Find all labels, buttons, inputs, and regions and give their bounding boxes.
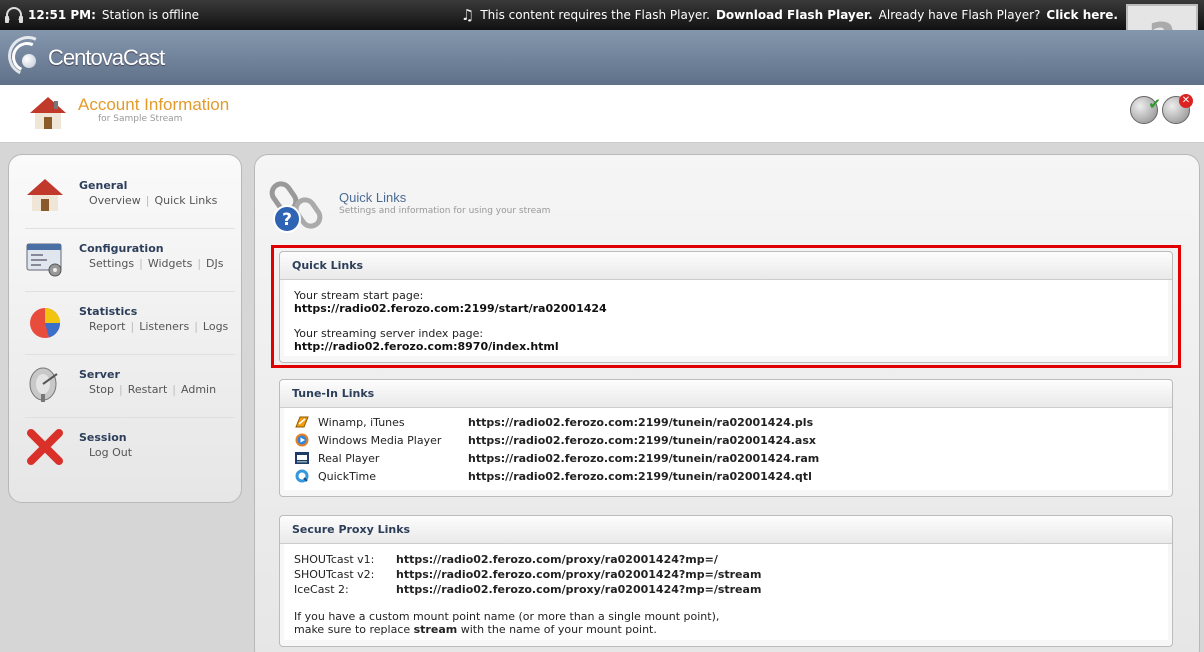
- satellite-stop-icon: ✕: [1162, 94, 1193, 124]
- proxy-row: SHOUTcast v1: https://radio02.ferozo.com…: [294, 552, 1158, 567]
- quick-links-heading: Quick Links: [280, 252, 1172, 280]
- chain-link-help-icon: ?: [269, 181, 323, 233]
- red-x-icon: [27, 429, 63, 465]
- proxy-name: IceCast 2:: [294, 583, 349, 596]
- sidebar-link-logs[interactable]: Logs: [203, 320, 228, 333]
- mount-note-post: with the name of your mount point.: [457, 623, 657, 636]
- flash-notice: ♫ This content requires the Flash Player…: [460, 6, 1118, 24]
- sidebar-link-restart[interactable]: Restart: [128, 383, 168, 396]
- tunein-url-asx[interactable]: https://radio02.ferozo.com:2199/tunein/r…: [468, 434, 816, 447]
- tunein-url-qtl[interactable]: https://radio02.ferozo.com:2199/tunein/r…: [468, 470, 812, 483]
- account-header: Account Information for Sample Stream ✔ …: [0, 85, 1204, 143]
- settings-window-icon: [26, 243, 62, 277]
- real-player-icon: [295, 452, 309, 464]
- sidebar-heading-session: Session: [79, 431, 127, 444]
- tunein-name: Windows Media Player: [318, 433, 442, 447]
- proxy-url-shoutcast-v1[interactable]: https://radio02.ferozo.com/proxy/ra02001…: [396, 553, 718, 566]
- winamp-icon: [295, 416, 309, 428]
- start-page-url[interactable]: https://radio02.ferozo.com:2199/start/ra…: [294, 302, 1158, 315]
- sidebar-section-general: General Overview | Quick Links: [25, 167, 235, 229]
- sidebar-section-server: Server Stop | Restart | Admin: [25, 356, 235, 418]
- tunein-row-wmp: Windows Media Player https://radio02.fer…: [294, 431, 1158, 449]
- page-subtitle: for Sample Stream: [98, 114, 183, 124]
- proxy-row: IceCast 2: https://radio02.ferozo.com/pr…: [294, 582, 1158, 597]
- start-page-label: Your stream start page:: [294, 289, 424, 302]
- sidebar-heading-general: General: [79, 179, 128, 192]
- page-title: Account Information: [78, 95, 230, 114]
- sidebar-link-log-out[interactable]: Log Out: [89, 446, 132, 459]
- flash-required-text: This content requires the Flash Player.: [480, 8, 710, 22]
- sidebar-link-stop[interactable]: Stop: [89, 383, 114, 396]
- quicktime-icon: [295, 469, 309, 483]
- sidebar-section-session: Session Log Out: [25, 419, 235, 481]
- status-time: 12:51 PM:: [28, 8, 96, 22]
- proxy-url-shoutcast-v2[interactable]: https://radio02.ferozo.com/proxy/ra02001…: [396, 568, 761, 581]
- mount-note-bold: stream: [413, 623, 458, 636]
- tunein-name: QuickTime: [318, 469, 377, 483]
- tunein-row-realplayer: Real Player https://radio02.ferozo.com:2…: [294, 449, 1158, 467]
- windows-media-player-icon: [295, 433, 309, 447]
- satellite-check-icon: ✔: [1130, 95, 1161, 124]
- tunein-links-heading: Tune-In Links: [280, 380, 1172, 408]
- mount-point-note: If you have a custom mount point name (o…: [294, 610, 1158, 636]
- brand-name: CentovaCast: [48, 45, 165, 70]
- pie-chart-icon: [30, 308, 61, 338]
- tunein-url-ram[interactable]: https://radio02.ferozo.com:2199/tunein/r…: [468, 452, 819, 465]
- quick-links-box: Quick Links Your stream start page: http…: [279, 251, 1173, 363]
- house-icon: [30, 97, 66, 129]
- mount-note-pre: make sure to replace: [294, 623, 414, 636]
- download-flash-link[interactable]: Download Flash Player.: [716, 8, 873, 22]
- music-note-icon: ♫: [460, 6, 475, 24]
- sidebar-link-listeners[interactable]: Listeners: [139, 320, 189, 333]
- sidebar-heading-configuration: Configuration: [79, 242, 164, 255]
- tunein-row-winamp: Winamp, iTunes https://radio02.ferozo.co…: [294, 413, 1158, 431]
- station-status: 12:51 PM: Station is offline: [5, 7, 200, 23]
- centovacast-logo[interactable]: CentovaCast: [2, 30, 165, 82]
- brand-bar: CentovaCast: [0, 30, 1204, 85]
- secure-proxy-links-box: Secure Proxy Links SHOUTcast v1: https:/…: [279, 515, 1173, 647]
- sidebar-link-report[interactable]: Report: [89, 320, 125, 333]
- stop-stream-button[interactable]: ✕: [1162, 94, 1193, 124]
- section-subtitle: Settings and information for using your …: [339, 206, 551, 216]
- proxy-url-icecast-2[interactable]: https://radio02.ferozo.com/proxy/ra02001…: [396, 583, 761, 596]
- sidebar-heading-statistics: Statistics: [79, 305, 138, 318]
- index-page-url[interactable]: http://radio02.ferozo.com:8970/index.htm…: [294, 340, 1158, 353]
- section-title: Quick Links: [339, 190, 407, 205]
- main-area: General Overview | Quick Links Configurat…: [0, 143, 1204, 652]
- click-here-link[interactable]: Click here.: [1046, 8, 1118, 22]
- sidebar-link-djs[interactable]: DJs: [206, 257, 223, 270]
- sidebar: General Overview | Quick Links Configurat…: [8, 154, 242, 503]
- mount-note-line1: If you have a custom mount point name (o…: [294, 610, 720, 623]
- svg-text:?: ?: [282, 210, 292, 230]
- house-icon: [27, 179, 63, 211]
- content-panel: ? Quick Links Settings and information f…: [254, 154, 1200, 652]
- sidebar-link-widgets[interactable]: Widgets: [148, 257, 192, 270]
- sidebar-section-statistics: Statistics Report | Listeners | Logs: [25, 293, 235, 355]
- sidebar-link-settings[interactable]: Settings: [89, 257, 134, 270]
- proxy-name: SHOUTcast v1:: [294, 553, 375, 566]
- proxy-row: SHOUTcast v2: https://radio02.ferozo.com…: [294, 567, 1158, 582]
- tunein-links-box: Tune-In Links Winamp, iTunes https://rad…: [279, 379, 1173, 497]
- secure-proxy-heading: Secure Proxy Links: [280, 516, 1172, 544]
- top-status-bar: 12:51 PM: Station is offline ♫ This cont…: [0, 0, 1204, 30]
- sidebar-section-configuration: Configuration Settings | Widgets | DJs: [25, 230, 235, 292]
- start-stream-button[interactable]: ✔: [1130, 95, 1161, 124]
- status-text: Station is offline: [101, 8, 200, 22]
- tunein-row-quicktime: QuickTime https://radio02.ferozo.com:219…: [294, 467, 1158, 485]
- headphones-icon: [5, 7, 23, 23]
- proxy-name: SHOUTcast v2:: [294, 568, 375, 581]
- index-page-label: Your streaming server index page:: [294, 327, 484, 340]
- tunein-url-pls[interactable]: https://radio02.ferozo.com:2199/tunein/r…: [468, 416, 813, 429]
- already-have-text: Already have Flash Player?: [878, 8, 1041, 22]
- sidebar-heading-server: Server: [79, 368, 120, 381]
- broadcast-logo-icon: [2, 30, 54, 82]
- tunein-name: Winamp, iTunes: [318, 415, 405, 429]
- sidebar-link-overview[interactable]: Overview: [89, 194, 141, 207]
- tunein-name: Real Player: [318, 451, 380, 465]
- sidebar-link-quick-links[interactable]: Quick Links: [155, 194, 218, 207]
- satellite-dish-icon: [29, 367, 58, 402]
- sidebar-link-admin[interactable]: Admin: [181, 383, 216, 396]
